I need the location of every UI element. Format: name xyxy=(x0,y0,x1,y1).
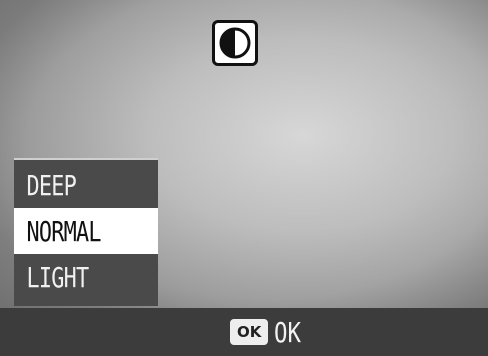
contrast-icon xyxy=(212,20,258,66)
menu-item-deep[interactable]: DEEP xyxy=(14,162,158,208)
ok-label: OK xyxy=(274,315,302,349)
bottom-bar: OK OK xyxy=(0,308,488,356)
camera-screen: DEEP NORMAL LIGHT OK OK xyxy=(0,0,488,356)
menu-item-normal[interactable]: NORMAL xyxy=(14,208,158,254)
contrast-menu: DEEP NORMAL LIGHT xyxy=(14,158,158,306)
menu-item-label: NORMAL xyxy=(26,214,101,248)
menu-item-label: DEEP xyxy=(26,168,76,202)
menu-item-light[interactable]: LIGHT xyxy=(14,254,158,300)
ok-badge-icon: OK xyxy=(230,319,269,345)
menu-item-label: LIGHT xyxy=(26,260,89,294)
ok-button[interactable]: OK OK xyxy=(230,316,308,349)
